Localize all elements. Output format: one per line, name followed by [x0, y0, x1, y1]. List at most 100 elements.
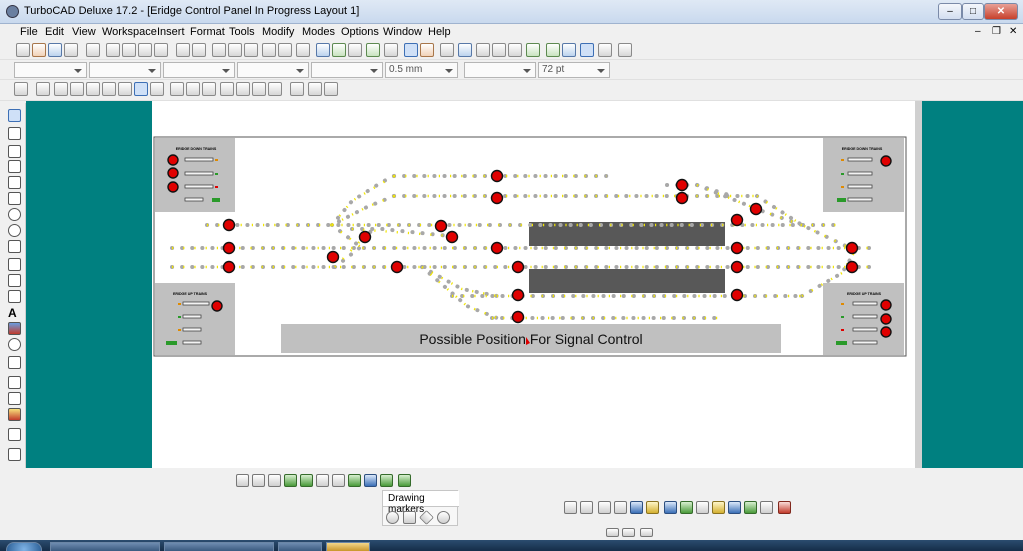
signal-through-platform-east[interactable]	[732, 243, 743, 254]
rectangle-tool-icon[interactable]	[8, 160, 21, 173]
dimension-tool-icon[interactable]	[8, 356, 21, 369]
point-tool-icon[interactable]	[8, 145, 21, 158]
window-minimize-button[interactable]: –	[938, 3, 962, 20]
mirror-entity-icon[interactable]	[492, 43, 506, 57]
pointer-icon[interactable]	[598, 501, 611, 514]
menu-modify[interactable]: Modify	[262, 26, 294, 38]
gear-tool-icon[interactable]	[8, 338, 21, 351]
new-file-icon[interactable]	[16, 43, 30, 57]
arc-tool-icon[interactable]	[8, 224, 21, 237]
signal-through-west[interactable]	[224, 243, 235, 254]
panel-signal-br-3[interactable]	[881, 327, 891, 337]
print-preview-icon[interactable]	[86, 43, 100, 57]
color-dropdown[interactable]	[89, 62, 161, 78]
menu-insert[interactable]: Insert	[157, 26, 185, 38]
select-arrow-icon[interactable]	[8, 109, 21, 122]
block-tool-icon[interactable]	[8, 258, 21, 271]
marker-icon-1[interactable]	[386, 511, 399, 524]
snap-grid-small-icon-1[interactable]	[606, 528, 619, 537]
signal-up-loop-bottom-east[interactable]	[732, 290, 743, 301]
signal-top-right-curve[interactable]	[751, 204, 762, 215]
menu-window[interactable]: Window	[383, 26, 422, 38]
page-layout-icon[interactable]	[580, 43, 594, 57]
window-close-button[interactable]: ✕	[984, 3, 1018, 20]
pattern-dropdown[interactable]	[311, 62, 383, 78]
ucs-icon[interactable]	[598, 43, 612, 57]
tree-icon-3[interactable]	[316, 474, 329, 487]
tree-icon-2[interactable]	[300, 474, 313, 487]
signal-siding-bottom[interactable]	[513, 312, 524, 323]
grid-icon[interactable]	[384, 43, 398, 57]
copy-entity-icon[interactable]	[458, 43, 472, 57]
save-icon[interactable]	[48, 43, 62, 57]
signal-up-main-junction[interactable]	[392, 262, 403, 273]
signal-through-east[interactable]	[847, 243, 858, 254]
taskbar-item-1[interactable]	[50, 542, 160, 551]
signal-up-main-west[interactable]	[224, 262, 235, 273]
turbocad-app-icon[interactable]	[6, 5, 19, 18]
signal-up-loop-top-west[interactable]	[492, 193, 503, 204]
align-icon-2[interactable]	[252, 474, 265, 487]
document-minimize-button[interactable]: –	[975, 26, 981, 37]
panel-signal-tl-3[interactable]	[168, 182, 178, 192]
layer-dropdown[interactable]	[14, 62, 87, 78]
camera-icon[interactable]	[760, 501, 773, 514]
open-folder-icon[interactable]	[32, 43, 46, 57]
snap-divide-icon[interactable]	[236, 82, 250, 96]
hatch-tool-icon[interactable]	[8, 392, 21, 405]
tree-icon-8[interactable]	[398, 474, 411, 487]
menu-workspace[interactable]: Workspace	[102, 26, 157, 38]
image-icon[interactable]	[580, 501, 593, 514]
pencil-icon[interactable]	[348, 43, 362, 57]
menu-modes[interactable]: Modes	[302, 26, 335, 38]
measure-tool-icon[interactable]	[8, 376, 21, 389]
taskbar-item-4[interactable]	[326, 542, 370, 551]
signal-crossover-3[interactable]	[447, 232, 458, 243]
monitor-icon[interactable]	[664, 501, 677, 514]
signal-down-main-west[interactable]	[224, 220, 235, 231]
signal-crossover-1[interactable]	[360, 232, 371, 243]
glasses-icon[interactable]	[696, 501, 709, 514]
design-director-icon[interactable]	[562, 43, 576, 57]
redraw-icon[interactable]	[296, 43, 310, 57]
document-restore-button[interactable]: ❐	[992, 26, 1001, 37]
snap-compass-icon[interactable]	[324, 82, 338, 96]
document-close-button[interactable]: ✕	[1009, 26, 1017, 37]
align-icon-3[interactable]	[268, 474, 281, 487]
snap-vertex-icon[interactable]	[36, 82, 50, 96]
material-icon[interactable]	[680, 501, 693, 514]
signal-top-right-junction[interactable]	[677, 180, 688, 191]
snap-align-icon[interactable]	[268, 82, 282, 96]
snap-intersection-icon[interactable]	[134, 82, 148, 96]
line-width-dropdown[interactable]: 0.5 mm	[385, 62, 458, 78]
snap-grid-icon[interactable]	[150, 82, 164, 96]
vertical-scrollbar[interactable]	[915, 101, 922, 468]
rotate-entity-icon[interactable]	[476, 43, 490, 57]
3d-object-icon[interactable]	[8, 274, 21, 287]
panel-signal-bl-1[interactable]	[212, 301, 222, 311]
menu-edit[interactable]: Edit	[45, 26, 64, 38]
drawing-markers-tab[interactable]: Drawing markers	[383, 491, 459, 507]
polyline-tool-icon[interactable]	[8, 176, 21, 189]
double-line-tool-icon[interactable]	[8, 192, 21, 205]
panel-signal-br-2[interactable]	[881, 314, 891, 324]
zoom-icon[interactable]	[212, 43, 226, 57]
circle-tool-icon[interactable]	[8, 208, 21, 221]
menu-format[interactable]: Format	[190, 26, 225, 38]
text-tool-icon[interactable]: A	[8, 306, 21, 319]
window-maximize-button[interactable]: □	[962, 3, 984, 20]
chart-icon[interactable]	[564, 501, 577, 514]
snap-drawing-aid-icon[interactable]	[308, 82, 322, 96]
layers-icon[interactable]	[316, 43, 330, 57]
snap-arc-icon[interactable]	[86, 82, 100, 96]
render-preview-icon[interactable]	[728, 501, 741, 514]
wand-icon[interactable]	[420, 43, 434, 57]
snap-center-icon[interactable]	[102, 82, 116, 96]
zoom-extents-icon[interactable]	[262, 43, 276, 57]
snap-middle-icon[interactable]	[70, 82, 84, 96]
signal-siding-top[interactable]	[492, 171, 503, 182]
palette-icon[interactable]	[546, 43, 560, 57]
move-tool-icon[interactable]	[8, 290, 21, 303]
line-tool-icon[interactable]	[8, 127, 21, 140]
snap-icon[interactable]	[404, 43, 418, 57]
